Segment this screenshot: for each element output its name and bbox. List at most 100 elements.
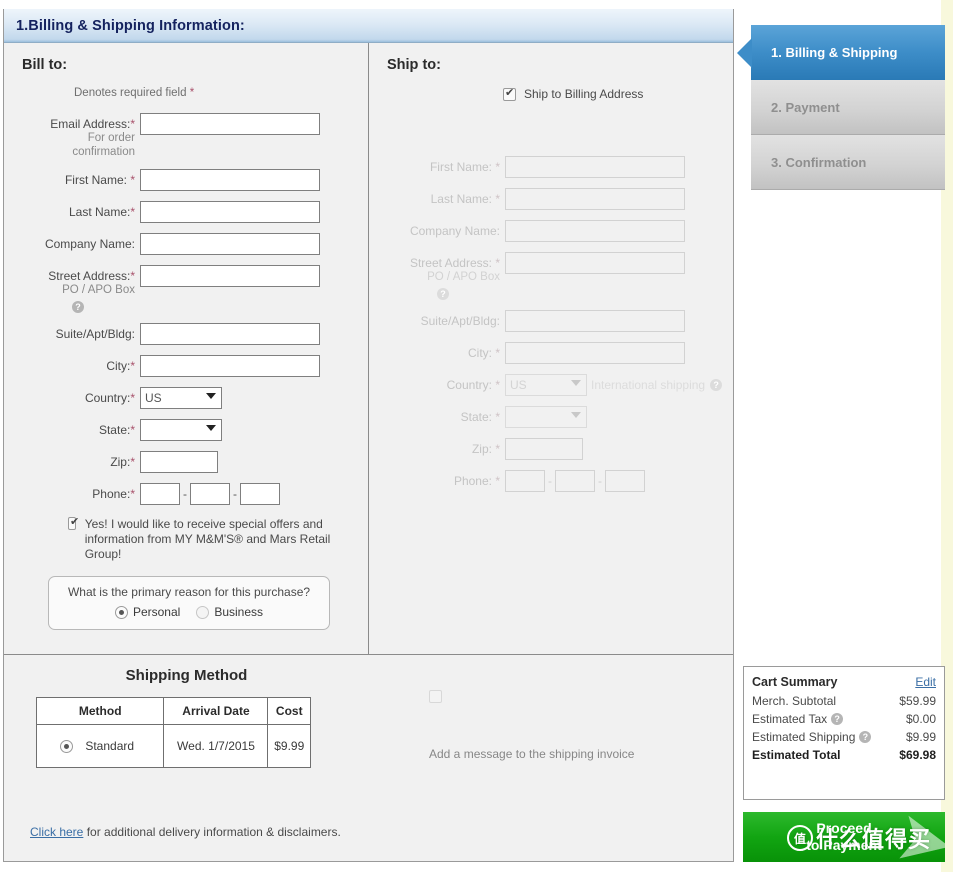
cart-summary-header: Cart Summary Edit [752,675,936,689]
label-email-sub: For order confirmation [72,132,135,158]
ship-label-phone-star: * [495,474,500,488]
email-input[interactable] [140,113,320,135]
bill-to-title: Bill to: [22,57,68,73]
step-billing-shipping-label: 1. Billing & Shipping [771,45,898,60]
ship-to-billing-address-row[interactable]: Ship to Billing Address [503,86,733,101]
special-offers-checkbox[interactable] [68,515,79,530]
business-radio[interactable] [196,605,210,619]
step-payment[interactable]: 2. Payment [751,80,945,135]
proceed-to-payment-button[interactable]: Proceed to Payment ➤ [743,812,945,862]
company-name-input[interactable] [140,233,320,255]
field-row-zip: Zip:* [22,451,368,473]
disclaimer-link[interactable]: Click here [30,825,83,839]
field-row-state: State:* [22,419,368,441]
ship-field-row-first-name: First Name: * [387,156,733,178]
label-last-name-star: * [130,205,135,219]
ship-field-row-suite: Suite/Apt/Bldg: [387,310,733,332]
label-street-text: Street Address: [48,269,131,283]
phone-area-input[interactable] [140,483,180,505]
ship-ctrl-suite [505,310,685,332]
label-zip: Zip:* [22,451,140,469]
cart-line-merch-subtotal: Merch. Subtotal $59.99 [752,694,936,708]
field-row-street: Street Address:* PO / APO Box [22,265,368,297]
column-header-arrival-date: Arrival Date [163,697,269,725]
first-name-input[interactable] [140,169,320,191]
ship-country-select: US [505,374,587,396]
ctrl-company [140,233,320,255]
street-help-icon[interactable]: ? [72,300,84,313]
step-confirmation-label: 3. Confirmation [771,154,867,170]
ship-first-name-input [505,156,685,178]
arrow-right-icon: ➤ [892,812,945,862]
ship-state-select [505,406,587,428]
ship-to-billing-checkbox[interactable] [503,86,516,101]
special-offers-label: Yes! I would like to receive special off… [84,517,331,561]
phone-prefix-input[interactable] [190,483,230,505]
cell-method[interactable]: Standard [35,724,165,768]
ship-label-suite-text: Suite/Apt/Bldg: [420,314,500,328]
city-input[interactable] [140,355,320,377]
label-first-name-star: * [130,173,135,187]
label-phone: Phone:* [22,483,140,501]
country-select[interactable]: US [140,387,222,409]
ship-ctrl-last-name [505,188,685,210]
ship-label-phone: Phone: * [387,470,505,488]
ship-phone-line-input [605,470,645,492]
street-address-input[interactable] [140,265,320,287]
phone-dash-2: - [233,487,237,501]
label-phone-star: * [130,487,135,501]
ship-to-column: Ship to: Ship to Billing Address First N… [369,43,733,654]
ctrl-phone: - - [140,483,280,505]
invoice-message-checkbox[interactable] [429,690,442,704]
field-row-city: City:* [22,355,368,377]
standard-shipping-radio[interactable] [60,740,73,754]
ship-zip-input [505,438,583,460]
denotes-star: * [189,87,195,99]
ship-label-country: Country: * [387,374,505,392]
suite-input[interactable] [140,323,320,345]
shipping-method-section: Shipping Method Method Arrival Date Cost… [4,654,733,768]
ship-label-company-text: Company Name: [409,224,500,238]
ship-field-row-street: Street Address: * PO / APO Box [387,252,733,284]
ship-ctrl-city [505,342,685,364]
purchase-reason-option-business[interactable]: Business [196,605,263,619]
ctrl-zip [140,451,218,473]
ship-label-state-text: State: [460,410,492,424]
cart-edit-link[interactable]: Edit [915,675,936,689]
proceed-line1: Proceed [816,820,872,836]
cell-cost: $9.99 [267,724,311,768]
label-street-star: * [130,269,135,283]
ship-field-row-last-name: Last Name: * [387,188,733,210]
purchase-reason-option-personal[interactable]: Personal [114,605,180,619]
checkout-steps-nav: 1. Billing & Shipping 2. Payment 3. Conf… [737,25,945,190]
zip-input[interactable] [140,451,218,473]
last-name-input[interactable] [140,201,320,223]
step-confirmation[interactable]: 3. Confirmation [751,135,945,190]
step-billing-shipping[interactable]: 1. Billing & Shipping [737,25,945,80]
cart-line-estimated-tax-amount: $0.00 [905,712,936,726]
ship-label-last-name-star: * [495,192,500,206]
ship-phone-dash-2: - [598,474,602,488]
table-row[interactable]: Standard Wed. 1/7/2015 $9.99 [35,724,311,768]
ship-field-row-country: Country: * US International shipping ? [387,374,733,396]
international-shipping-help-icon[interactable]: ? [710,379,723,391]
personal-radio[interactable] [114,605,128,619]
state-select[interactable] [140,419,222,441]
estimated-shipping-help-icon[interactable]: ? [859,731,872,743]
denotes-text: Denotes required field [74,87,187,99]
ctrl-last-name [140,201,320,223]
ship-label-state: State: * [387,406,505,424]
label-zip-text: Zip: [110,455,131,469]
phone-line-input[interactable] [240,483,280,505]
label-email-star: * [130,117,135,131]
ship-to-billing-label: Ship to Billing Address [524,87,644,101]
label-zip-star: * [130,455,135,469]
label-last-name: Last Name:* [22,201,140,219]
special-offers-optin[interactable]: Yes! I would like to receive special off… [68,515,358,562]
estimated-tax-help-icon[interactable]: ? [831,713,844,725]
billing-shipping-columns: Bill to: Denotes required field * Email … [4,43,733,654]
business-label: Business [214,605,264,619]
label-state-star: * [130,423,135,437]
ship-label-state-star: * [495,410,500,424]
ctrl-country: US [140,387,222,409]
